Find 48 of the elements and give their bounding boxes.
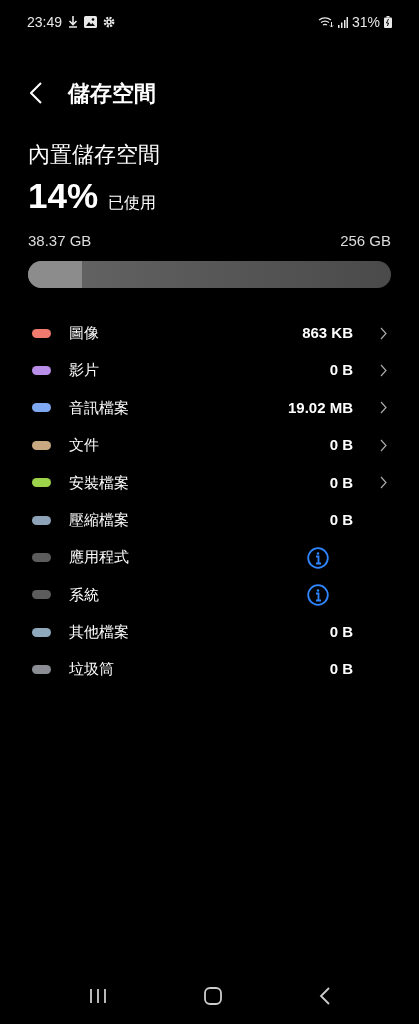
signal-icon	[337, 16, 348, 28]
category-label: 文件	[69, 435, 100, 456]
category-label: 音訊檔案	[69, 397, 130, 418]
category-row[interactable]: 系統	[32, 576, 387, 614]
category-size: 0 B	[329, 622, 353, 643]
category-row[interactable]: 垃圾筒 0 B	[32, 651, 387, 689]
category-row[interactable]: 其他檔案 0 B	[32, 613, 387, 651]
page-title: 儲存空間	[68, 79, 156, 108]
category-row[interactable]: 壓縮檔案 0 B	[32, 501, 387, 539]
category-label: 圖像	[69, 322, 100, 343]
category-row[interactable]: 應用程式	[32, 538, 387, 577]
category-row[interactable]: 文件 0 B	[32, 426, 387, 465]
total-size: 256 GB	[340, 231, 391, 251]
category-size: 0 B	[329, 659, 353, 680]
category-size: 0 B	[329, 509, 353, 530]
usage-label: 已使用	[108, 193, 157, 213]
image-icon	[84, 16, 98, 28]
category-row[interactable]: 影片 0 B	[32, 351, 387, 390]
recent-apps-icon[interactable]	[88, 988, 107, 1004]
category-label: 安裝檔案	[69, 472, 130, 493]
usage-percent: 14%	[28, 176, 99, 216]
battery-icon	[384, 16, 392, 28]
used-size: 38.37 GB	[28, 231, 92, 251]
home-icon[interactable]	[204, 987, 222, 1005]
category-label: 壓縮檔案	[69, 509, 130, 530]
status-time: 23:49	[27, 12, 63, 32]
category-label: 其他檔案	[69, 622, 130, 643]
category-row[interactable]: 音訊檔案 19.02 MB	[32, 389, 387, 427]
category-label: 影片	[69, 360, 100, 381]
back-nav-icon[interactable]	[319, 987, 331, 1005]
download-icon	[68, 16, 79, 28]
info-icon[interactable]	[307, 583, 329, 606]
info-icon[interactable]	[307, 546, 329, 569]
battery-percent: 31%	[351, 12, 380, 32]
category-size: 0 B	[329, 472, 353, 493]
category-label: 系統	[69, 584, 100, 605]
category-size: 0 B	[329, 360, 353, 381]
category-label: 應用程式	[69, 547, 130, 568]
category-size: 0 B	[329, 435, 353, 456]
category-label: 垃圾筒	[69, 659, 115, 680]
category-size: 19.02 MB	[287, 397, 353, 418]
category-row[interactable]: 安裝檔案 0 B	[32, 464, 387, 502]
settings-icon	[103, 16, 116, 28]
wifi-icon	[317, 16, 334, 28]
category-row[interactable]: 圖像 863 KB	[32, 314, 387, 352]
back-icon	[30, 82, 42, 104]
category-size: 863 KB	[302, 322, 353, 343]
storage-title: 內置儲存空間	[28, 141, 161, 169]
